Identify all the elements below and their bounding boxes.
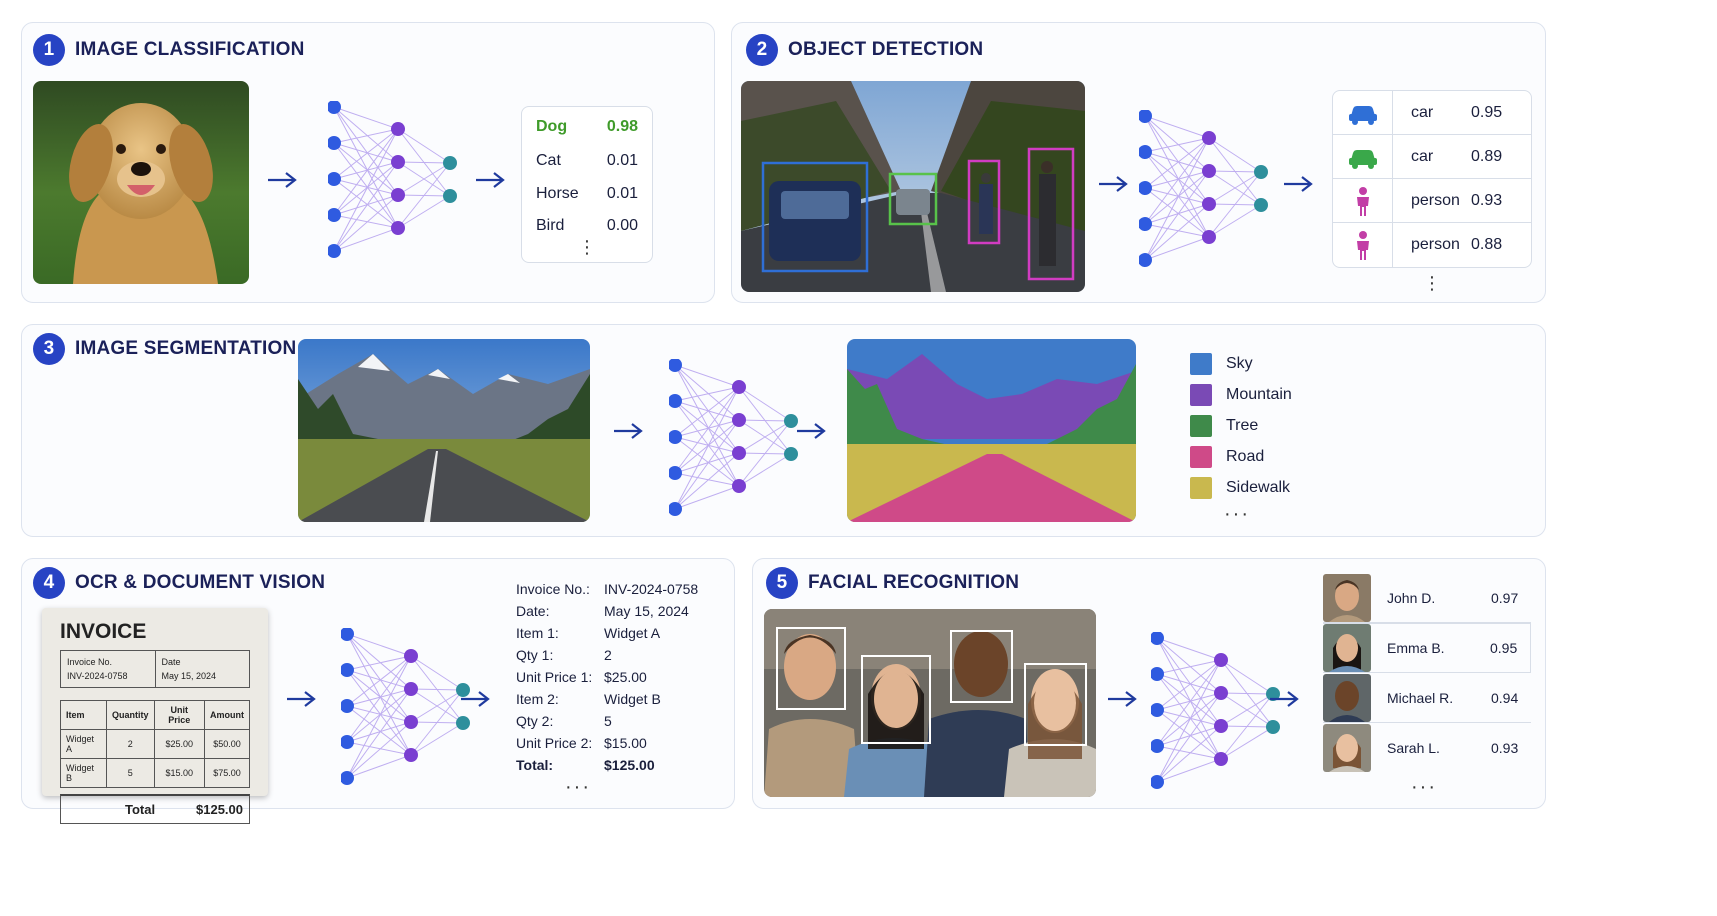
arrow-icon [459,690,490,708]
field-row: Date: May 15, 2024 [516,603,689,619]
invoice-meta: Invoice No. INV-2024-0758 Date May 15, 202… [60,650,250,688]
result-row: Horse 0.01 [536,184,638,202]
mountain-road-photo [298,339,590,522]
ocr-extracted-fields: Invoice No.: INV-2024-0758 Date: May 15, 2… [516,578,698,776]
more-indicator: ··· [1411,776,1437,798]
step-badge: 4 [33,567,65,599]
segmentation-legend: Sky Mountain Tree Road Sidewalk [1190,348,1292,503]
arrow-icon [612,422,643,440]
field-row: Unit Price 1: $25.00 [516,669,647,685]
neural-network-icon [669,359,799,517]
result-row: Cat 0.01 [536,152,638,169]
arrow-icon [474,171,505,189]
avatar [1323,673,1371,722]
result-row: Dog 0.98 [536,118,638,135]
field-row: Total: $125.00 [516,757,655,773]
field-row: Qty 2: 5 [516,713,612,729]
avatar [1323,624,1371,672]
legend-swatch [1190,352,1212,375]
face-row: Michael R. 0.94 [1323,673,1531,723]
legend-item: Tree [1190,410,1292,441]
step-badge: 3 [33,333,65,365]
invoice-total: Total $125.00 [60,794,250,824]
golden-retriever-photo [33,81,249,284]
face-results: John D. 0.97 Emma B. 0.95 Michael R. 0.9… [1323,573,1531,773]
panel-title-segmentation: 3 IMAGE SEGMENTATION [33,333,296,365]
segmentation-mask-image [847,339,1136,522]
legend-swatch [1190,414,1212,437]
invoice-document: INVOICE Invoice No. INV-2024-0758 Date May… [42,608,268,824]
table-row: Widget A 2 $25.00 $50.00 [59,729,251,759]
detection-results: car 0.95 car 0.89 person 0.93 person 0.8… [1332,90,1532,268]
person-icon [1333,179,1393,222]
detection-row: person 0.93 [1333,179,1531,223]
invoice-title: INVOICE [60,620,147,643]
field-row: Unit Price 2: $15.00 [516,735,647,751]
neural-network-icon [341,628,471,786]
field-row: Item 1: Widget A [516,625,661,641]
detection-row: car 0.95 [1333,91,1531,135]
group-portrait-photo [764,609,1096,797]
person-icon [1333,223,1393,267]
face-row: Sarah L. 0.93 [1323,723,1531,773]
arrow-icon [795,422,826,440]
classification-results: Dog 0.98 Cat 0.01 Horse 0.01 Bird 0.00 ⋮ [521,106,653,263]
more-indicator: ⋮ [1423,273,1441,293]
arrow-icon [1097,175,1128,193]
panel-title-text: FACIAL RECOGNITION [808,572,1020,593]
table-row: Widget B 5 $15.00 $75.00 [59,758,251,788]
more-indicator: ··· [1224,503,1250,525]
legend-swatch [1190,476,1212,499]
panel-title-text: IMAGE CLASSIFICATION [75,39,305,60]
avatar [1323,573,1371,622]
car-icon [1333,135,1393,178]
neural-network-icon [1139,110,1269,268]
step-badge: 2 [746,34,778,66]
step-badge: 1 [33,34,65,66]
arrow-icon [1282,175,1313,193]
invoice-table: Item Quantity Unit Price Amount Widget A… [59,700,251,788]
neural-network-icon [328,101,458,259]
panel-title-facial: 5 FACIAL RECOGNITION [766,567,1019,599]
arrow-icon [1106,690,1137,708]
field-row: Qty 1: 2 [516,647,612,663]
field-row: Item 2: Widget B [516,691,661,707]
panel-title-classification: 1 IMAGE CLASSIFICATION [33,34,305,66]
face-row: Emma B. 0.95 [1323,623,1531,673]
legend-item: Sky [1190,348,1292,379]
panel-title-text: OCR & DOCUMENT VISION [75,572,326,593]
panel-title-text: OBJECT DETECTION [788,39,984,60]
car-icon [1333,91,1393,134]
field-row: Invoice No.: INV-2024-0758 [516,581,699,597]
panel-title-detection: 2 OBJECT DETECTION [746,34,983,66]
arrow-icon [285,690,316,708]
detection-row: person 0.88 [1333,223,1531,267]
legend-item: Sidewalk [1190,472,1292,503]
neural-network-icon [1151,632,1281,790]
panel-title-ocr: 4 OCR & DOCUMENT VISION [33,567,325,599]
panel-title-text: IMAGE SEGMENTATION [75,338,297,359]
face-row: John D. 0.97 [1323,573,1531,623]
legend-swatch [1190,383,1212,406]
detection-row: car 0.89 [1333,135,1531,179]
legend-swatch [1190,445,1212,468]
more-indicator: ··· [565,776,591,798]
avatar [1323,724,1371,772]
legend-item: Mountain [1190,379,1292,410]
arrow-icon [266,171,297,189]
legend-item: Road [1190,441,1292,472]
arrow-icon [1268,690,1299,708]
city-street-photo [741,81,1085,292]
step-badge: 5 [766,567,798,599]
more-indicator: ⋮ [578,237,596,257]
